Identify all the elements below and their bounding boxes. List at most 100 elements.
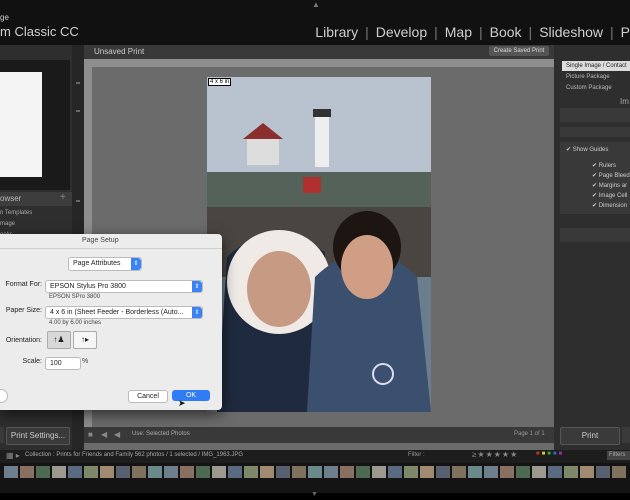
module-print[interactable]: P bbox=[621, 24, 630, 40]
app-title: m Classic CC bbox=[0, 24, 79, 39]
photo-size-label: 4 x 6 in bbox=[208, 78, 232, 86]
layout-style-single-image[interactable]: Single Image / Contact bbox=[562, 61, 630, 71]
panel-section bbox=[560, 108, 630, 122]
filmstrip-thumbnail[interactable] bbox=[484, 466, 498, 478]
stop-icon[interactable]: ■ bbox=[88, 430, 93, 439]
canvas-header bbox=[84, 45, 554, 59]
guide-rulers-checkbox[interactable]: ✔ Rulers bbox=[592, 162, 616, 169]
color-label-filter-icon[interactable]: ■■■■■ bbox=[536, 451, 564, 457]
print-photo[interactable] bbox=[207, 77, 431, 412]
guide-page-bleed-checkbox[interactable]: ✔ Page Bleed bbox=[592, 172, 630, 179]
panel-marker-icon bbox=[76, 82, 80, 84]
filmstrip-thumbnail[interactable] bbox=[420, 466, 434, 478]
filmstrip-thumbnail[interactable] bbox=[548, 466, 562, 478]
filmstrip-thumbnail[interactable] bbox=[580, 466, 594, 478]
filmstrip-thumbnail[interactable] bbox=[324, 466, 338, 478]
filmstrip-thumbnail[interactable] bbox=[84, 466, 98, 478]
template-folder[interactable]: n Templates bbox=[0, 210, 32, 216]
grid-nav-icon[interactable]: ▦ ▸ bbox=[6, 451, 20, 460]
first-page-icon[interactable]: ◀ bbox=[101, 430, 107, 439]
filmstrip-thumbnail[interactable] bbox=[404, 466, 418, 478]
template-folder[interactable]: mage bbox=[0, 221, 15, 227]
filmstrip-thumbnail[interactable] bbox=[20, 466, 34, 478]
filmstrip-thumbnail[interactable] bbox=[164, 466, 178, 478]
filmstrip-thumbnail[interactable] bbox=[388, 466, 402, 478]
filmstrip-thumbnail[interactable] bbox=[260, 466, 274, 478]
filmstrip-thumbnail[interactable] bbox=[468, 466, 482, 478]
printer-button[interactable] bbox=[622, 427, 630, 443]
filmstrip-thumbnail[interactable] bbox=[340, 466, 354, 478]
filters-dropdown[interactable]: Filters bbox=[607, 451, 630, 460]
guide-label: Dimension bbox=[598, 203, 628, 209]
format-for-sub: EPSON SPro 3800 bbox=[49, 294, 101, 300]
filmstrip-thumbnail[interactable] bbox=[4, 466, 18, 478]
panel-section bbox=[560, 228, 630, 242]
filmstrip-thumbnail[interactable] bbox=[212, 466, 226, 478]
filmstrip-thumbnail[interactable] bbox=[292, 466, 306, 478]
print-title: Unsaved Print bbox=[94, 47, 145, 56]
module-book[interactable]: Book bbox=[490, 24, 522, 40]
filmstrip-thumbnail[interactable] bbox=[532, 466, 546, 478]
collection-info[interactable]: Collection : Prints for Friends and Fami… bbox=[25, 452, 243, 458]
module-library[interactable]: Library bbox=[315, 24, 358, 40]
dialog-title: Page Setup bbox=[82, 237, 119, 244]
orientation-label: Orientation: bbox=[5, 337, 42, 344]
use-selected-photos[interactable]: Use: Selected Photos bbox=[132, 431, 190, 437]
collapse-bottom-panel-icon[interactable]: ▼ bbox=[311, 491, 318, 498]
module-develop[interactable]: Develop bbox=[376, 24, 427, 40]
filmstrip-thumbnail[interactable] bbox=[308, 466, 322, 478]
module-slideshow[interactable]: Slideshow bbox=[539, 24, 603, 40]
filmstrip-thumbnail[interactable] bbox=[244, 466, 258, 478]
filter-label: Filter : bbox=[408, 452, 425, 458]
image-settings-header[interactable]: Im bbox=[620, 97, 629, 106]
scale-input[interactable]: 100 bbox=[45, 357, 81, 370]
filmstrip-thumbnail[interactable] bbox=[452, 466, 466, 478]
filmstrip-thumbnail[interactable] bbox=[436, 466, 450, 478]
filmstrip-thumbnail[interactable] bbox=[148, 466, 162, 478]
rating-filter-icon[interactable]: ≥★★★★★ bbox=[472, 450, 518, 459]
horizontal-ruler bbox=[84, 59, 554, 67]
page-attributes-popup[interactable]: Page Attributes ⇕ bbox=[68, 257, 142, 271]
collapse-top-panel-icon[interactable]: ▲ bbox=[311, 0, 321, 12]
filmstrip-thumbnail[interactable] bbox=[68, 466, 82, 478]
filmstrip-thumbnail[interactable] bbox=[596, 466, 610, 478]
filmstrip-thumbnail[interactable] bbox=[276, 466, 290, 478]
module-map[interactable]: Map bbox=[445, 24, 472, 40]
filmstrip-thumbnail[interactable] bbox=[52, 466, 66, 478]
filmstrip-thumbnail[interactable] bbox=[564, 466, 578, 478]
paper-size-select[interactable]: 4 x 6 in (Sheet Feeder - Borderless (Aut… bbox=[45, 306, 203, 319]
filmstrip-thumbnail[interactable] bbox=[516, 466, 530, 478]
filmstrip-thumbnail[interactable] bbox=[196, 466, 210, 478]
print-settings-button[interactable]: Print Settings... bbox=[6, 427, 70, 445]
filmstrip-thumbnail[interactable] bbox=[228, 466, 242, 478]
layout-style-custom-package[interactable]: Custom Package bbox=[562, 83, 630, 93]
page-setup-button[interactable] bbox=[0, 427, 4, 443]
filmstrip-thumbnail[interactable] bbox=[100, 466, 114, 478]
portrait-orientation-button[interactable]: ↑♟ bbox=[47, 331, 71, 349]
guide-margins-checkbox[interactable]: ✔ Margins ar bbox=[592, 182, 627, 189]
format-for-select[interactable]: EPSON Stylus Pro 3800 ⇕ bbox=[45, 280, 203, 293]
print-button[interactable]: Print bbox=[560, 427, 620, 445]
filmstrip-thumbnail[interactable] bbox=[36, 466, 50, 478]
guide-label: Margins ar bbox=[598, 183, 628, 189]
filmstrip-thumbnail[interactable] bbox=[132, 466, 146, 478]
cancel-button[interactable]: Cancel bbox=[128, 390, 168, 403]
guide-label: Image Cell bbox=[598, 193, 628, 199]
guide-dimensions-checkbox[interactable]: ✔ Dimension bbox=[592, 202, 627, 209]
filmstrip-thumbnail[interactable] bbox=[116, 466, 130, 478]
landscape-orientation-button[interactable]: ↑▸ bbox=[73, 331, 97, 349]
guide-image-cells-checkbox[interactable]: ✔ Image Cell bbox=[592, 192, 627, 199]
filmstrip-thumbnail[interactable] bbox=[612, 466, 626, 478]
filmstrip-thumbnail[interactable] bbox=[180, 466, 194, 478]
add-template-icon[interactable]: + bbox=[60, 192, 66, 203]
panel-marker-icon bbox=[76, 110, 80, 112]
filmstrip-thumbnail[interactable] bbox=[372, 466, 386, 478]
show-guides-checkbox[interactable]: ✔ Show Guides bbox=[566, 146, 608, 153]
page-indicator: Page 1 of 1 bbox=[514, 431, 545, 437]
filmstrip-thumbnail[interactable] bbox=[500, 466, 514, 478]
layout-style-picture-package[interactable]: Picture Package bbox=[562, 72, 630, 82]
create-saved-print-button[interactable]: Create Saved Print bbox=[489, 46, 549, 56]
paper-size-label: Paper Size: bbox=[5, 307, 42, 314]
filmstrip-thumbnail[interactable] bbox=[356, 466, 370, 478]
prev-page-icon[interactable]: ◀ bbox=[114, 430, 120, 439]
